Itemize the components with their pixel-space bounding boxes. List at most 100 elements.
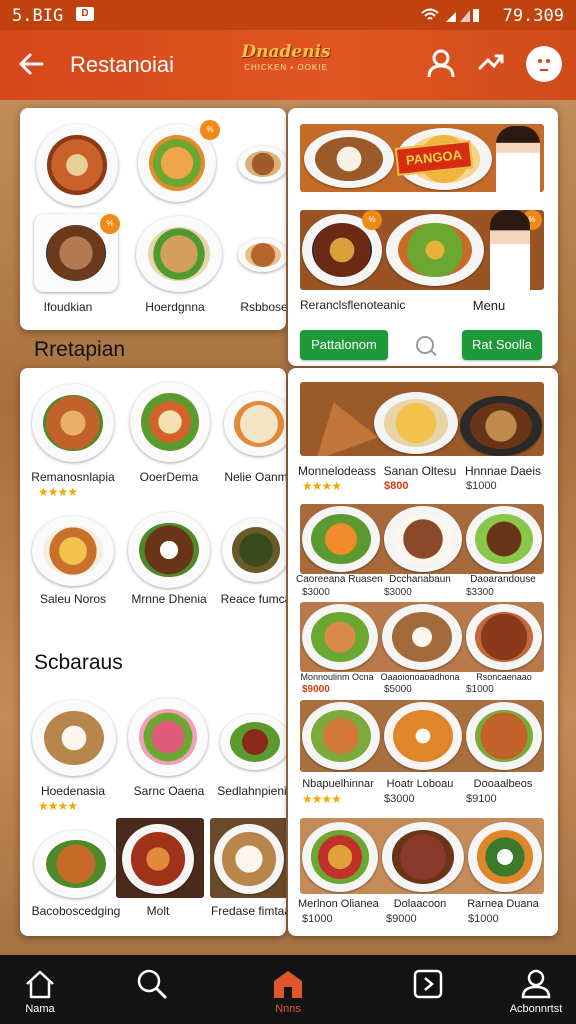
menu-item-price: $9100 <box>466 793 497 805</box>
menu-link[interactable]: Menu <box>464 298 514 313</box>
dish-name: Sarnc Oaena <box>133 784 205 798</box>
home-icon <box>26 970 54 999</box>
profile-avatar[interactable] <box>526 46 562 82</box>
restaurant-caption: Reranclsflenoteanic <box>300 298 406 312</box>
menu-item-price: $3000 <box>302 587 330 598</box>
nav-profile[interactable]: Acbonnrtst <box>496 955 576 1024</box>
account-button[interactable] <box>424 48 458 82</box>
menu-item-price: $9000 <box>386 913 417 925</box>
menu-row-image[interactable] <box>300 700 544 772</box>
banner-image[interactable]: % % <box>300 210 544 290</box>
menu-item-name: Dolaacoon <box>393 898 447 910</box>
green-action-button-right[interactable]: Rat Soolla <box>462 330 542 360</box>
menu-item-price: $3300 <box>466 587 494 598</box>
section-title: Rretapian <box>34 338 126 361</box>
store-icon <box>274 971 302 998</box>
signal-icons <box>420 7 480 27</box>
menu-item-price: $3000 <box>384 793 415 805</box>
dish-image[interactable] <box>128 512 210 588</box>
rating-stars: ★★★★ <box>302 479 342 493</box>
featured-restaurant-card: PANGOA % % Reranclsflenoteanic Menu Patt… <box>288 108 558 366</box>
dish-label: Rsbbose <box>240 300 286 314</box>
banner-image[interactable]: PANGOA <box>300 124 544 192</box>
menu-item-name: Sanan Oltesu <box>383 464 457 478</box>
wifi-signal-battery-icon <box>421 8 479 22</box>
menu-item-price: $800 <box>384 480 409 492</box>
dish-image[interactable] <box>238 146 286 182</box>
status-bar: 5.BIG D 79.309 <box>0 0 576 30</box>
menu-item-name: Rsoncaenaao <box>476 672 532 682</box>
menu-item-name: Merlnon Olianea <box>298 898 379 910</box>
arrow-left-icon <box>19 53 44 75</box>
nav-search[interactable] <box>112 955 192 1024</box>
logo-sub-text: CHICKEN ▪ OOKIE <box>244 63 328 72</box>
menu-row-image[interactable] <box>300 504 544 574</box>
nav-home[interactable]: Nama <box>0 955 80 1024</box>
dish-image <box>300 392 379 456</box>
dish-name: Bacoboscedging <box>31 904 121 918</box>
app-bar: Restanoiai Dnadenis CHICKEN ▪ OOKIE <box>0 30 576 100</box>
dish-name: Sedlahnpienic <box>217 784 286 798</box>
nav-profile-label: Acbonnrtst <box>509 1003 563 1015</box>
status-left-text: 5.BIG <box>12 6 64 26</box>
green-action-button-left[interactable]: Pattalonom <box>300 330 388 360</box>
logo-main-text: Dnadenis <box>241 42 331 62</box>
promo-badge: % <box>100 214 120 234</box>
menu-row-image[interactable] <box>300 382 544 456</box>
dish-image[interactable] <box>136 216 222 292</box>
dish-list-card: Remanosnlapia ★★★★ OoerDema Nelie Oanm S… <box>20 368 286 936</box>
dish-image[interactable] <box>34 830 118 898</box>
nav-play[interactable] <box>388 955 468 1024</box>
menu-item-name: Hoatr Loboau <box>386 778 454 790</box>
back-button[interactable] <box>16 49 48 81</box>
promo-badge: % <box>362 210 382 230</box>
rating-stars: ★★★★ <box>302 792 342 806</box>
dish-name: Nelie Oanm <box>224 470 286 484</box>
sim-icon: D <box>76 7 94 21</box>
brand-logo: Dnadenis CHICKEN ▪ OOKIE <box>240 42 332 86</box>
dish-image[interactable] <box>32 516 114 586</box>
promo-badge: % <box>200 120 220 140</box>
featured-dishes-card: % % Ifoudkian Hoerdgnna Rsbbose <box>20 108 286 330</box>
menu-item-name: Hnnnae Daeis <box>464 464 542 478</box>
dish-name: OoerDema <box>139 470 199 484</box>
dish-image[interactable] <box>130 382 210 462</box>
dish-label: Ifoudkian <box>43 300 93 314</box>
menu-row-image[interactable] <box>300 818 544 894</box>
search-icon <box>137 969 168 1000</box>
dish-name: Hoedenasia <box>40 784 106 798</box>
menu-item-name: Nbapuelhinnar <box>302 778 374 790</box>
search-icon[interactable] <box>416 336 434 354</box>
dish-image[interactable] <box>222 518 286 582</box>
dish-name: Mrnne Dhenia <box>131 592 207 606</box>
menu-item-name: Oaaoionoaoadhona <box>380 672 460 682</box>
menu-item-price: $1000 <box>302 913 333 925</box>
dish-image[interactable] <box>128 698 208 776</box>
nav-store[interactable]: Nnns <box>248 955 328 1024</box>
menu-item-price: $5000 <box>384 684 412 695</box>
nav-home-label: Nama <box>25 1003 55 1015</box>
play-icon <box>413 969 443 999</box>
nav-store-label: Nnns <box>275 1003 301 1015</box>
dish-name: Molt <box>146 904 170 918</box>
dish-image[interactable] <box>36 124 118 206</box>
share-button[interactable] <box>474 48 508 82</box>
menu-item-name: Monnoulinm Ocna <box>300 672 374 682</box>
dish-image[interactable] <box>210 818 286 898</box>
dish-image[interactable] <box>224 392 286 456</box>
dish-image[interactable] <box>238 238 286 272</box>
dish-image[interactable] <box>116 818 204 898</box>
rating-stars: ★★★★ <box>38 485 78 499</box>
menu-list-card: Monnelodeass ★★★★ Sanan Oltesu $800 Hnnn… <box>288 368 558 936</box>
menu-row-image[interactable] <box>300 602 544 672</box>
rating-stars: ★★★★ <box>38 799 78 813</box>
dish-image[interactable] <box>32 700 116 776</box>
user-icon <box>427 49 455 78</box>
dish-label: Hoerdgnna <box>145 300 205 314</box>
bottom-navigation: Nama Nnns Acbonnrtst <box>0 955 576 1024</box>
dish-name: Remanosnlapia <box>31 470 115 484</box>
menu-item-price: $1000 <box>468 913 499 925</box>
dish-image[interactable] <box>32 384 114 462</box>
clock: 79.309 <box>502 6 564 26</box>
dish-image[interactable] <box>220 714 286 770</box>
